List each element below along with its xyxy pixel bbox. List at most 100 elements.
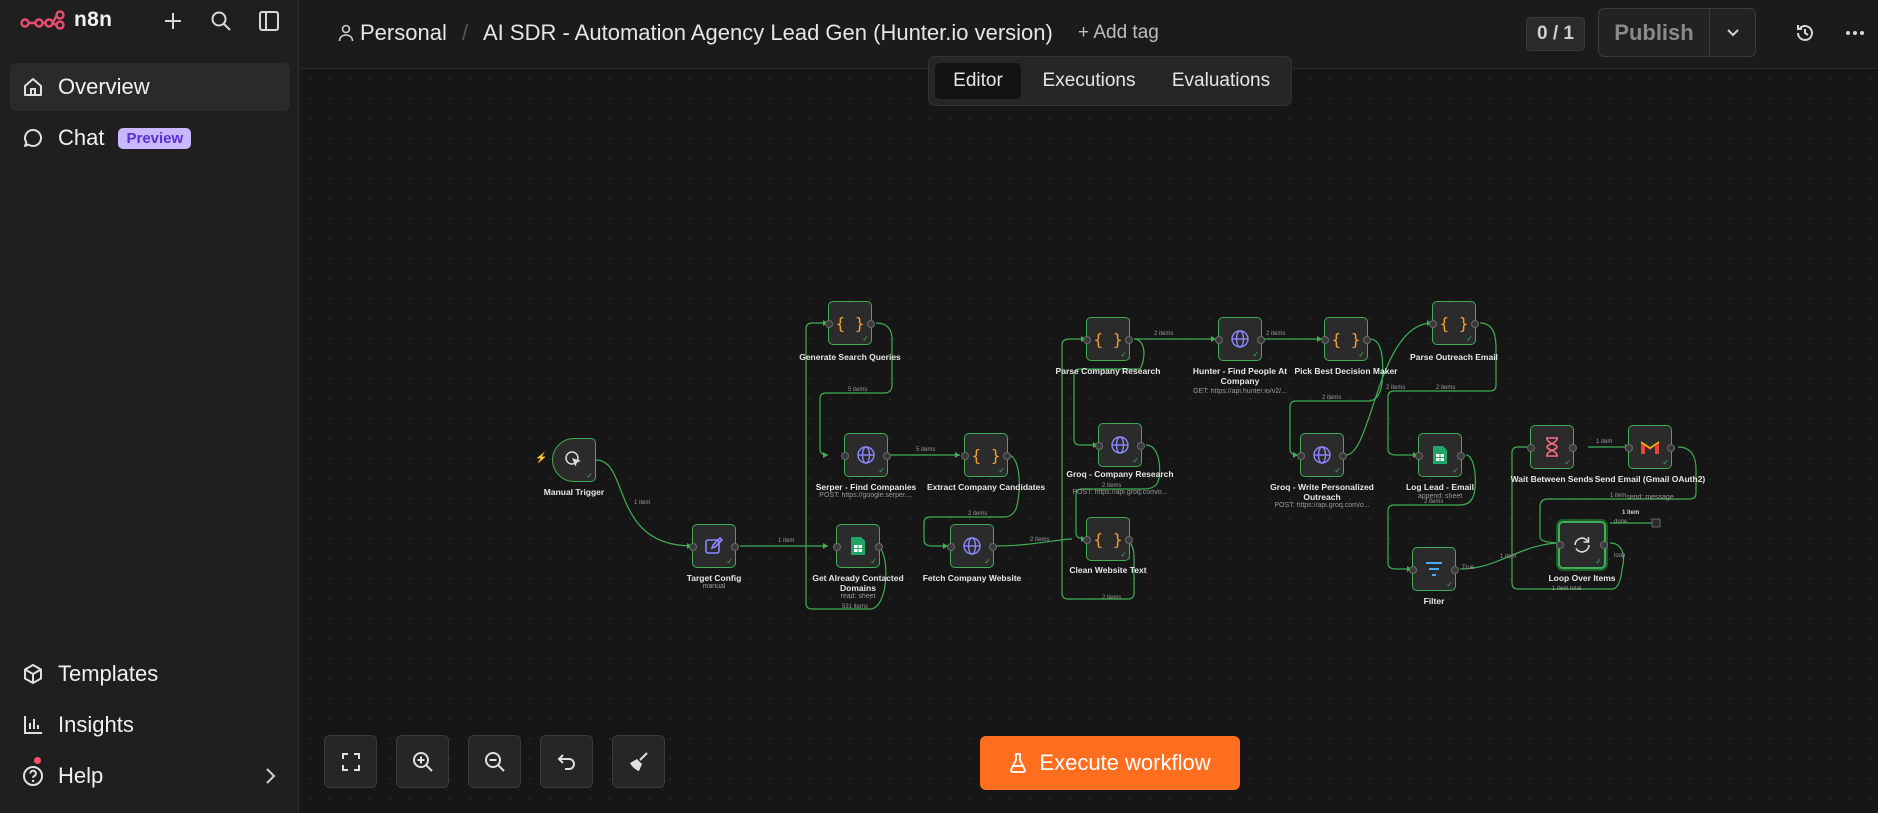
more-horizontal-icon xyxy=(1846,31,1864,35)
node-subtitle: manual xyxy=(702,583,726,590)
node-get-contacted-domains[interactable]: ✓ xyxy=(833,524,883,568)
node-extract-company-candidates[interactable]: { } ✓ xyxy=(961,433,1011,477)
fit-view-button[interactable] xyxy=(324,735,377,788)
success-check-icon: ✓ xyxy=(726,557,733,566)
node-loop-over-items[interactable]: ✓ xyxy=(1556,521,1608,569)
sidebar-panel-icon xyxy=(259,11,279,31)
loop-refresh-icon xyxy=(1574,537,1590,553)
sidebar-item-chat[interactable]: Chat Preview xyxy=(10,114,290,162)
node-target-config[interactable]: ✓ xyxy=(689,524,739,568)
node-subtitle: POST: https://api.groq.com/o... xyxy=(1274,502,1370,509)
edge-label: True xyxy=(1462,565,1475,571)
success-check-icon: ✓ xyxy=(1446,580,1453,589)
edge-label: 1 item xyxy=(1596,439,1613,445)
edge-label: done xyxy=(1614,519,1628,525)
edge-label: loop xyxy=(1614,553,1626,559)
google-sheets-icon xyxy=(851,537,865,555)
node-wait-between-sends[interactable]: ✓ xyxy=(1527,425,1577,469)
n8n-logo-icon xyxy=(20,10,65,30)
sidebar-item-help[interactable]: Help xyxy=(10,752,290,800)
add-tag-button[interactable]: + Add tag xyxy=(1078,22,1159,44)
node-generate-search-queries[interactable]: { } ✓ xyxy=(825,301,875,345)
code-braces-icon: { } xyxy=(1093,329,1123,349)
node-filter[interactable]: ✓ xyxy=(1409,547,1459,591)
publish-button[interactable]: Publish xyxy=(1599,9,1710,56)
node-clean-website-text[interactable]: { } ✓ xyxy=(1083,517,1133,561)
zoom-out-icon xyxy=(484,751,505,772)
node-groq-write-outreach[interactable]: ✓ xyxy=(1297,433,1347,477)
node-hunter-find-people[interactable]: ✓ xyxy=(1215,317,1265,361)
templates-box-icon xyxy=(24,664,42,684)
edit-pen-icon xyxy=(705,536,724,554)
success-check-icon: ✓ xyxy=(984,557,991,566)
sidebar-item-label: Insights xyxy=(58,712,134,737)
edge-label: 2 items xyxy=(1266,331,1286,337)
search-button[interactable] xyxy=(206,6,236,36)
zoom-in-icon xyxy=(412,751,433,772)
node-parse-company-research[interactable]: { } ✓ xyxy=(1083,317,1133,361)
node-subtitle: POST: https://google.serper.... xyxy=(819,492,913,499)
node-label: Manual Trigger xyxy=(543,487,605,497)
version-history-button[interactable] xyxy=(1790,18,1820,48)
workflow-canvas[interactable]: ✓ ⚡ Manual Trigger ✓ Target Config manua… xyxy=(300,69,1878,813)
node-pick-best-decision-maker[interactable]: { } ✓ xyxy=(1321,317,1371,361)
node-label: Groq - Company Research xyxy=(1066,469,1174,479)
tidy-up-button[interactable] xyxy=(612,735,665,788)
lightning-icon: ⚡ xyxy=(535,453,548,464)
publish-dropdown-button[interactable] xyxy=(1710,9,1755,56)
project-name: Personal xyxy=(360,20,447,45)
node-label: Get Already Contacted Domains xyxy=(812,573,904,593)
bar-chart-icon xyxy=(24,716,42,734)
undo-icon xyxy=(557,753,575,770)
n8n-logo[interactable]: n8n xyxy=(20,8,112,32)
edge-label: 2 items xyxy=(1424,499,1444,505)
node-fetch-company-website[interactable]: ✓ xyxy=(947,524,997,568)
new-button[interactable] xyxy=(158,6,188,36)
execute-workflow-button[interactable]: Execute workflow xyxy=(980,736,1240,790)
edge-label: 1 item total xyxy=(1552,586,1582,592)
zoom-in-button[interactable] xyxy=(396,735,449,788)
sidebar-item-overview[interactable]: Overview xyxy=(10,63,290,111)
edge-label: 5 items xyxy=(848,387,868,393)
node-label: Hunter - Find People At Company xyxy=(1192,366,1288,386)
edge-label: 2 items xyxy=(1386,385,1406,391)
code-braces-icon: { } xyxy=(1331,329,1361,349)
node-subtitle: read: sheet xyxy=(840,593,876,600)
edge-label: 2 items xyxy=(1154,331,1174,337)
sidebar-item-templates[interactable]: Templates xyxy=(10,650,290,698)
node-label: Loop Over Items xyxy=(1548,573,1616,583)
node-groq-company-research[interactable]: ✓ xyxy=(1095,423,1145,467)
sidebar-item-label: Overview xyxy=(58,74,150,99)
node-label: Parse Outreach Email xyxy=(1410,352,1498,362)
edge-label: 2 items xyxy=(1436,385,1456,391)
zoom-out-button[interactable] xyxy=(468,735,521,788)
undo-button[interactable] xyxy=(540,735,593,788)
notification-dot xyxy=(34,757,41,764)
breadcrumb-project[interactable]: Personal xyxy=(338,20,447,46)
sidebar-item-label: Help xyxy=(58,763,104,788)
success-check-icon: ✓ xyxy=(1564,458,1571,467)
node-log-lead-email[interactable]: ✓ xyxy=(1415,433,1465,477)
sidebar: n8n Overview Chat Preview Templates Insi… xyxy=(0,0,299,813)
tab-executions[interactable]: Executions xyxy=(1029,63,1149,99)
success-check-icon: ✓ xyxy=(1662,458,1669,467)
toggle-sidebar-button[interactable] xyxy=(254,6,284,36)
sidebar-item-insights[interactable]: Insights xyxy=(10,701,290,749)
node-parse-outreach-email[interactable]: { } ✓ xyxy=(1429,301,1479,345)
workflow-name[interactable]: AI SDR - Automation Agency Lead Gen (Hun… xyxy=(483,20,1053,46)
edge-label: 1 item xyxy=(1500,554,1517,560)
more-options-button[interactable] xyxy=(1840,18,1870,48)
edge-label: 2 items xyxy=(1030,537,1050,543)
tab-editor[interactable]: Editor xyxy=(935,63,1021,99)
app-name: n8n xyxy=(74,8,113,31)
edge-label: 1 item xyxy=(778,538,795,544)
node-manual-trigger[interactable]: ✓ xyxy=(552,438,596,482)
chevron-down-icon xyxy=(1726,28,1739,36)
edge-label: 531 items xyxy=(842,604,869,610)
node-serper-find-companies[interactable]: ✓ xyxy=(841,433,891,477)
node-send-email-gmail[interactable]: ✓ xyxy=(1625,425,1675,469)
user-icon xyxy=(338,24,354,42)
tab-evaluations[interactable]: Evaluations xyxy=(1157,63,1285,99)
sidebar-item-label: Templates xyxy=(58,661,159,686)
globe-icon xyxy=(1313,446,1331,464)
